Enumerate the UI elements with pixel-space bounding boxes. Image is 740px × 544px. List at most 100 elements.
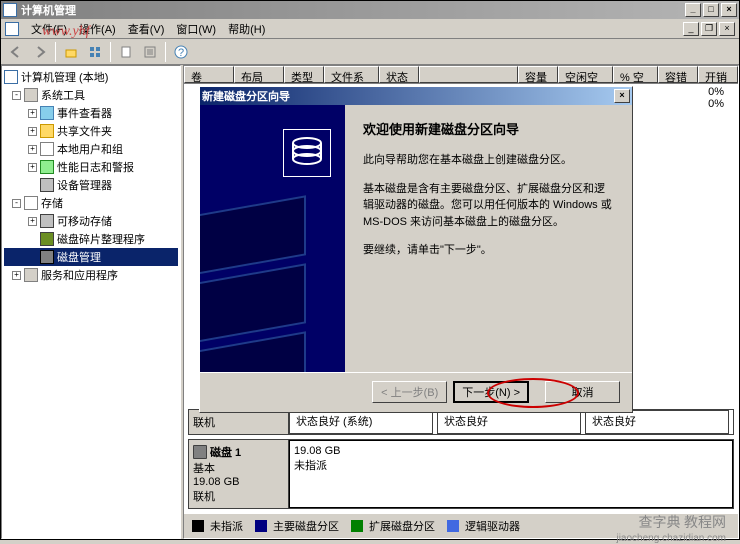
refresh-button[interactable] <box>115 41 137 63</box>
menu-icon <box>5 22 19 36</box>
export-button[interactable] <box>139 41 161 63</box>
expand-icon[interactable]: + <box>28 127 37 136</box>
tree-storage[interactable]: -存储 <box>4 194 178 212</box>
wizard-dialog: 新建磁盘分区向导 × 欢迎使用新建磁盘分区向导 此向导帮助您在基本磁盘上创建磁盘… <box>199 86 633 413</box>
legend-logical: 逻辑驱动器 <box>465 518 520 534</box>
minimize-button[interactable]: _ <box>685 3 701 17</box>
col-pctfree[interactable]: % 空闲 <box>613 66 658 83</box>
disk1-row[interactable]: 磁盘 1 基本 19.08 GB 联机 19.08 GB 未指派 <box>188 439 734 509</box>
computer-icon <box>4 70 18 84</box>
wizard-disk-icon <box>283 129 331 177</box>
tree-perf[interactable]: +性能日志和警报 <box>4 158 178 176</box>
tree-eventviewer[interactable]: +事件查看器 <box>4 104 178 122</box>
tree-root[interactable]: 计算机管理 (本地) <box>4 68 178 86</box>
services-icon <box>24 268 38 282</box>
tree-services[interactable]: +服务和应用程序 <box>4 266 178 284</box>
menubar: 文件(F) 操作(A) 查看(V) 窗口(W) 帮助(H) _ ❐ × <box>1 19 739 39</box>
app-icon <box>3 3 17 17</box>
disk0-part1[interactable]: 状态良好 (系统) <box>289 410 433 434</box>
back-button: < 上一步(B) <box>372 381 447 403</box>
watermark-brand: 查字典 教程网 <box>639 512 727 532</box>
diskmgmt-icon <box>40 250 54 264</box>
mdi-restore-button[interactable]: ❐ <box>701 22 717 36</box>
disk-icon <box>193 445 207 459</box>
col-fault[interactable]: 容错 <box>658 66 698 83</box>
svg-text:?: ? <box>178 47 184 59</box>
collapse-icon[interactable]: - <box>12 199 21 208</box>
device-icon <box>40 178 54 192</box>
back-button[interactable] <box>5 41 27 63</box>
column-headers: 卷 布局 类型 文件系统 状态 容量 空闲空间 % 空闲 容错 开销 <box>184 66 738 84</box>
tree-localusers[interactable]: +本地用户和组 <box>4 140 178 158</box>
legend-logical-box <box>447 520 459 532</box>
tree-shared[interactable]: +共享文件夹 <box>4 122 178 140</box>
tree-systools[interactable]: -系统工具 <box>4 86 178 104</box>
expand-icon[interactable]: + <box>28 217 37 226</box>
expand-icon[interactable]: + <box>28 163 37 172</box>
event-icon <box>40 106 54 120</box>
legend-primary-box <box>255 520 267 532</box>
close-button[interactable]: × <box>721 3 737 17</box>
wizard-close-button[interactable]: × <box>614 89 630 103</box>
disk1-partition[interactable]: 19.08 GB 未指派 <box>289 440 733 508</box>
tools-icon <box>24 88 38 102</box>
wizard-desc2: 基本磁盘是含有主要磁盘分区、扩展磁盘分区和逻辑驱动器的磁盘。您可以用任何版本的 … <box>363 181 614 231</box>
watermark-url: jiaocheng.chazidian.com <box>616 533 726 544</box>
help-button[interactable]: ? <box>170 41 192 63</box>
up-button[interactable] <box>60 41 82 63</box>
window-title: 计算机管理 <box>21 2 76 18</box>
wizard-title: 新建磁盘分区向导 <box>202 88 290 104</box>
wizard-titlebar[interactable]: 新建磁盘分区向导 × <box>200 87 632 105</box>
tree-removable[interactable]: +可移动存储 <box>4 212 178 230</box>
toolbar: ? <box>1 39 739 65</box>
disk1-label: 磁盘 1 基本 19.08 GB 联机 <box>189 440 289 508</box>
col-fs[interactable]: 文件系统 <box>324 66 379 83</box>
collapse-icon[interactable]: - <box>12 91 21 100</box>
disk-stack-graphic <box>200 205 306 372</box>
forward-button[interactable] <box>29 41 51 63</box>
expand-icon[interactable]: + <box>28 109 37 118</box>
tree-defrag[interactable]: 磁盘碎片整理程序 <box>4 230 178 248</box>
tree-panel[interactable]: 计算机管理 (本地) -系统工具 +事件查看器 +共享文件夹 +本地用户和组 +… <box>1 65 181 539</box>
view-button[interactable] <box>84 41 106 63</box>
perf-icon <box>40 160 54 174</box>
col-volume[interactable]: 卷 <box>184 66 234 83</box>
main-titlebar: 计算机管理 _ □ × <box>1 1 739 19</box>
disk0-part2[interactable]: 状态良好 <box>437 410 581 434</box>
col-status[interactable]: 状态 <box>379 66 419 83</box>
mdi-close-button[interactable]: × <box>719 22 735 36</box>
maximize-button[interactable]: □ <box>703 3 719 17</box>
tree-devmgr[interactable]: 设备管理器 <box>4 176 178 194</box>
mdi-minimize-button[interactable]: _ <box>683 22 699 36</box>
wizard-content: 欢迎使用新建磁盘分区向导 此向导帮助您在基本磁盘上创建磁盘分区。 基本磁盘是含有… <box>345 105 632 372</box>
menu-window[interactable]: 窗口(W) <box>170 19 222 39</box>
col-free[interactable]: 空闲空间 <box>558 66 613 83</box>
col-overhead[interactable]: 开销 <box>698 66 738 83</box>
legend-extended: 扩展磁盘分区 <box>369 518 435 534</box>
legend-primary: 主要磁盘分区 <box>273 518 339 534</box>
legend-extended-box <box>351 520 363 532</box>
disk0-label: 联机 <box>189 410 289 434</box>
cancel-button[interactable]: 取消 <box>545 381 620 403</box>
defrag-icon <box>40 232 54 246</box>
disk0-part3[interactable]: 状态良好 <box>585 410 729 434</box>
expand-icon[interactable]: + <box>28 145 37 154</box>
watermark-top: www.yhf <box>42 24 90 40</box>
wizard-buttons: < 上一步(B) 下一步(N) > 取消 <box>200 372 632 411</box>
users-icon <box>40 142 54 156</box>
removable-icon <box>40 214 54 228</box>
col-type[interactable]: 类型 <box>284 66 324 83</box>
col-layout[interactable]: 布局 <box>234 66 284 83</box>
menu-view[interactable]: 查看(V) <box>122 19 171 39</box>
next-button[interactable]: 下一步(N) > <box>453 381 529 403</box>
legend-unalloc-box <box>192 520 204 532</box>
wizard-welcome: 欢迎使用新建磁盘分区向导 <box>363 119 614 138</box>
wizard-sidebar <box>200 105 345 372</box>
expand-icon[interactable]: + <box>12 271 21 280</box>
tree-diskmgmt[interactable]: 磁盘管理 <box>4 248 178 266</box>
menu-help[interactable]: 帮助(H) <box>222 19 271 39</box>
col-blank[interactable] <box>419 66 518 83</box>
wizard-desc3: 要继续，请单击"下一步"。 <box>363 242 614 259</box>
col-capacity[interactable]: 容量 <box>518 66 558 83</box>
storage-icon <box>24 196 38 210</box>
